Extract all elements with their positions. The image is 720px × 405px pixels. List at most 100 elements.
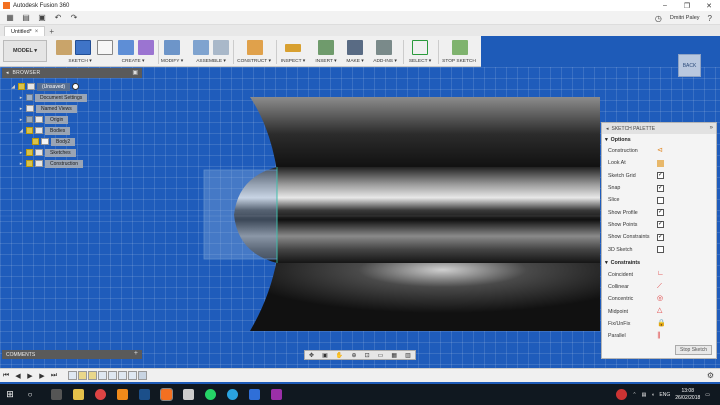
timeline-marker[interactable] [138,371,147,380]
job-status-icon[interactable]: ◷ [655,14,662,23]
timeline-feature[interactable] [118,371,127,380]
show-hidden-icons[interactable]: ⌃ [632,392,636,398]
workspace-switcher[interactable]: MODEL ▾ [3,40,47,62]
create-menu[interactable]: CREATE ▾ [122,59,145,64]
palette-stop-sketch-button[interactable]: Stop Sketch [675,345,712,355]
tree-item-body2[interactable]: Body2 [32,137,76,146]
constraint-fix-unfix[interactable]: Fix/UnFix 🔒 [602,318,716,330]
timeline-settings-icon[interactable]: ⚙ [707,371,714,380]
expand-arrow-icon[interactable]: ◢ [10,84,16,90]
expand-arrow-icon[interactable]: ▸ [18,150,24,156]
step-forward-icon[interactable]: ▶ [36,372,48,380]
tree-item-named-views[interactable]: ▸ Named Views [18,104,77,113]
windows-start-icon[interactable]: ⊞ [0,384,20,405]
grid-settings-icon[interactable]: ▦ [391,352,397,359]
orbit-icon[interactable]: ✥ [309,352,314,359]
file-menu-icon[interactable]: ▤ [20,13,32,23]
help-icon[interactable]: ? [708,14,712,23]
volume-icon[interactable]: ◖ [651,392,654,398]
option-show-points[interactable]: Show Points ✓ [602,219,716,231]
tab-untitled[interactable]: Untitled* × [4,26,46,36]
visibility-icon[interactable] [26,127,33,134]
tree-item-document-settings[interactable]: ▸ Document Settings [18,93,88,102]
option-3d-sketch[interactable]: 3D Sketch [602,243,716,255]
fusion360-taskbar-icon[interactable] [160,388,173,401]
search-icon[interactable]: ○ [20,384,40,405]
show-constraints-checkbox[interactable]: ✓ [657,233,664,241]
palette-expand-icon[interactable]: » [710,125,713,131]
display-settings-icon[interactable]: ▭ [378,352,384,359]
zoom-icon[interactable]: ⊕ [351,352,356,359]
new-tab-icon[interactable]: + [49,26,54,36]
visibility-icon[interactable] [26,160,33,167]
slice-checkbox[interactable] [657,196,664,204]
inspect-menu[interactable]: INSPECT ▾ [281,59,305,64]
calculator-icon[interactable] [183,389,194,400]
concentric-icon[interactable]: ◎ [657,295,664,303]
visibility-icon[interactable] [26,149,33,156]
tree-item-origin[interactable]: ▸ Origin [18,115,69,124]
timeline-feature[interactable] [108,371,117,380]
tray-app-icon[interactable] [616,389,628,400]
file-explorer-icon[interactable] [73,389,84,400]
onenote-icon[interactable] [271,389,282,400]
tree-item-sketches[interactable]: ▸ Sketches [18,148,76,157]
look-at-icon[interactable]: ▣ [322,352,328,359]
collapse-icon[interactable]: ◂ [6,70,9,76]
constraint-parallel[interactable]: Parallel ∥ [602,330,716,342]
tree-item-bodies[interactable]: ◢ Bodies [18,126,71,135]
section-toggle-icon[interactable]: ▾ [605,137,608,143]
comments-panel-header[interactable]: COMMENTS + [2,350,142,359]
make-3d-print-icon[interactable] [347,40,363,55]
constraint-midpoint[interactable]: Midpoint △ [602,306,716,318]
tree-item-root[interactable]: ◢ (Unsaved) [10,82,80,91]
pin-icon[interactable]: ▣ [132,69,138,76]
go-to-end-icon[interactable]: ⏭ [48,372,60,380]
extrude-icon[interactable] [118,40,134,55]
create-sketch-icon[interactable] [75,40,91,55]
insert-image-icon[interactable] [318,40,334,55]
timeline-feature[interactable] [128,371,137,380]
expand-arrow-icon[interactable]: ▸ [18,95,24,101]
telegram-icon[interactable] [227,389,238,400]
modify-menu[interactable]: MODIFY ▾ [161,59,183,64]
option-show-constraints[interactable]: Show Constraints ✓ [602,231,716,243]
palette-collapse-icon[interactable]: ◂ [606,126,609,132]
midpoint-icon[interactable]: △ [657,307,664,315]
viewports-icon[interactable]: ▥ [405,352,411,359]
option-look-at[interactable]: Look At [602,157,716,169]
browser-panel-header[interactable]: ◂ BROWSER ▣ [2,68,142,78]
look-at-icon[interactable] [657,159,664,167]
close-tab-icon[interactable]: × [35,29,39,35]
task-view-icon[interactable] [51,389,62,400]
collapse-arrow-icon[interactable]: ◢ [18,128,24,134]
timeline-feature[interactable] [98,371,107,380]
sketch-icon[interactable] [56,40,72,55]
sketch-menu[interactable]: SKETCH ▾ [68,59,91,64]
constraints-section-header[interactable]: ▾ Constraints [602,258,716,269]
make-menu[interactable]: MAKE ▾ [346,59,363,64]
tree-item-construction[interactable]: ▸ Construction [18,159,84,168]
vlc-icon[interactable] [117,389,128,400]
expand-arrow-icon[interactable]: ▸ [18,161,24,167]
add-ins-menu[interactable]: ADD-INS ▾ [373,59,396,64]
user-menu[interactable]: Dmitri Paley [670,15,700,21]
offset-plane-icon[interactable] [247,40,263,55]
select-icon[interactable] [412,40,428,55]
play-icon[interactable]: ▶ [24,372,36,380]
expand-arrow-icon[interactable]: ▸ [18,106,24,112]
stop-sketch-icon[interactable] [452,40,468,55]
close-button[interactable]: ✕ [698,0,720,11]
parallel-icon[interactable]: ∥ [657,332,664,340]
minimize-button[interactable]: – [654,0,676,11]
app-icon[interactable] [249,389,260,400]
press-pull-icon[interactable] [164,40,180,55]
coincident-icon[interactable]: ∟ [657,270,664,278]
option-slice[interactable]: Slice [602,194,716,206]
new-component-icon[interactable] [193,40,209,55]
visibility-icon[interactable] [26,116,33,123]
assemble-menu[interactable]: ASSEMBLE ▾ [196,59,226,64]
timeline-feature[interactable] [78,371,87,380]
palette-header[interactable]: ◂ SKETCH PALETTE » [602,123,716,134]
constraint-coincident[interactable]: Coincident ∟ [602,269,716,281]
